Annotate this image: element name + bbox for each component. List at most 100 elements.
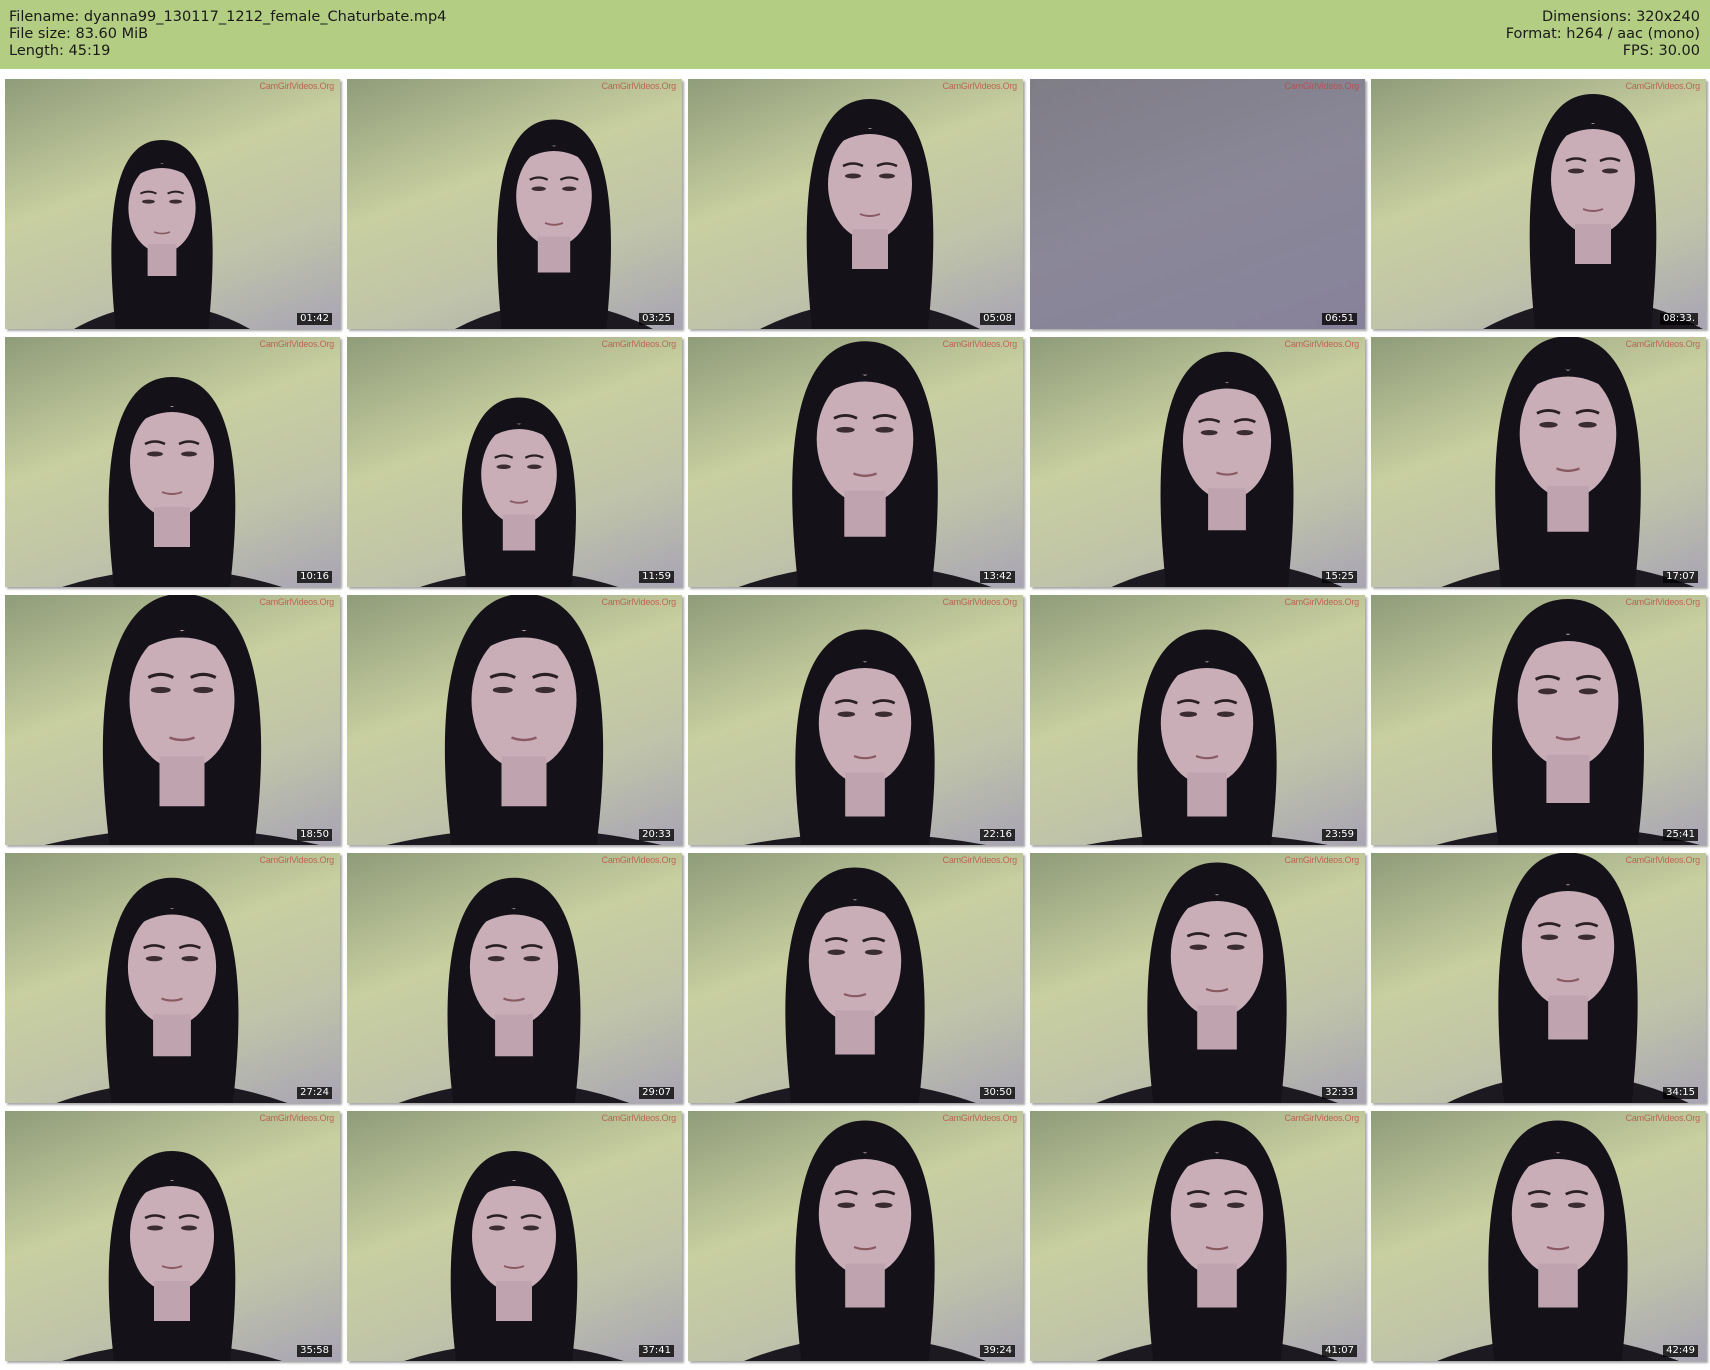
thumbnail-figure [62, 377, 282, 587]
timestamp-label: 03:25 [639, 313, 674, 325]
info-right: Dimensions: 320x240 Format: h264 / aac (… [1506, 9, 1700, 60]
length-label: Length: [9, 43, 64, 59]
video-thumbnail[interactable]: CamGirlVideos.Org 06:51 [1030, 79, 1365, 329]
video-thumbnail[interactable]: CamGirlVideos.Org 23:59 [1030, 595, 1365, 845]
watermark-text: CamGirlVideos.Org [259, 339, 335, 349]
watermark-text: CamGirlVideos.Org [942, 339, 1018, 349]
watermark-text: CamGirlVideos.Org [942, 597, 1018, 607]
watermark-text: CamGirlVideos.Org [942, 855, 1018, 865]
video-thumbnail[interactable]: CamGirlVideos.Org 17:07 [1371, 337, 1706, 587]
video-thumbnail[interactable]: CamGirlVideos.Org 37:41 [347, 1111, 682, 1361]
format-row: Format: h264 / aac (mono) [1506, 26, 1700, 43]
thumbnail-figure [1096, 1120, 1338, 1361]
timestamp-label: 35:58 [297, 1345, 332, 1357]
timestamp-label: 42:49 [1663, 1345, 1698, 1357]
length-row: Length: 45:19 [9, 43, 446, 60]
video-thumbnail[interactable]: CamGirlVideos.Org 34:15 [1371, 853, 1706, 1103]
timestamp-label: 23:59 [1322, 829, 1357, 841]
timestamp-label: 37:41 [639, 1345, 674, 1357]
watermark-text: CamGirlVideos.Org [601, 339, 677, 349]
watermark-text: CamGirlVideos.Org [601, 597, 677, 607]
thumbnail-figure [455, 119, 653, 329]
video-thumbnail[interactable]: CamGirlVideos.Org 03:25 [347, 79, 682, 329]
thumbnail-figure [760, 99, 980, 329]
video-thumbnail[interactable]: CamGirlVideos.Org 13:42 [688, 337, 1023, 587]
watermark-text: CamGirlVideos.Org [942, 1113, 1018, 1123]
watermark-text: CamGirlVideos.Org [1284, 1113, 1360, 1123]
video-thumbnail[interactable]: CamGirlVideos.Org 32:33 [1030, 853, 1365, 1103]
thumbnail-figure [1483, 94, 1703, 329]
watermark-text: CamGirlVideos.Org [1625, 597, 1701, 607]
timestamp-label: 18:50 [297, 829, 332, 841]
thumbnail-figure [56, 877, 288, 1103]
timestamp-label: 17:07 [1663, 571, 1698, 583]
length-value: 45:19 [68, 43, 111, 59]
filename-value: dyanna99_130117_1212_female_Chaturbate.m… [83, 9, 447, 25]
thumbnail-figure [1447, 853, 1689, 1103]
dimensions-value: 320x240 [1636, 9, 1700, 25]
watermark-text: CamGirlVideos.Org [1284, 597, 1360, 607]
dimensions-label: Dimensions: [1541, 9, 1632, 25]
timestamp-label: 11:59 [639, 571, 674, 583]
fps-value: 30.00 [1658, 43, 1700, 59]
filesize-value: 83.60 MiB [75, 26, 149, 42]
watermark-text: CamGirlVideos.Org [259, 1113, 335, 1123]
timestamp-label: 25:41 [1663, 829, 1698, 841]
format-label: Format: [1505, 26, 1562, 42]
info-header: Filename: dyanna99_130117_1212_female_Ch… [0, 0, 1710, 69]
thumbnail-figure [744, 1120, 986, 1361]
video-thumbnail[interactable]: CamGirlVideos.Org 20:33 [347, 595, 682, 845]
timestamp-label: 06:51 [1322, 313, 1357, 325]
thumbnail-figure [1436, 599, 1700, 845]
filename-label: Filename: [9, 9, 80, 25]
video-thumbnail[interactable]: CamGirlVideos.Org 22:16 [688, 595, 1023, 845]
video-thumbnail[interactable]: CamGirlVideos.Org 15:25 [1030, 337, 1365, 587]
timestamp-label: 01:42 [297, 313, 332, 325]
timestamp-label: 05:08 [980, 313, 1015, 325]
timestamp-label: 13:42 [980, 571, 1015, 583]
timestamp-label: 34:15 [1663, 1087, 1698, 1099]
thumbnail-figure [1441, 337, 1695, 587]
video-thumbnail[interactable]: CamGirlVideos.Org 29:07 [347, 853, 682, 1103]
video-thumbnail[interactable]: CamGirlVideos.Org 35:58 [5, 1111, 340, 1361]
video-thumbnail[interactable]: CamGirlVideos.Org 25:41 [1371, 595, 1706, 845]
timestamp-label: 15:25 [1322, 571, 1357, 583]
timestamp-label: 08:33. [1660, 313, 1698, 325]
thumbnail-figure [1111, 351, 1343, 587]
thumbnail-figure [734, 867, 976, 1103]
video-thumbnail[interactable]: CamGirlVideos.Org 27:24 [5, 853, 340, 1103]
format-value: h264 / aac (mono) [1566, 26, 1700, 42]
video-thumbnail[interactable]: CamGirlVideos.Org 01:42 [5, 79, 340, 329]
thumbnail-figure [74, 140, 250, 329]
thumbnail-figure [1437, 1120, 1679, 1361]
filesize-label: File size: [9, 26, 71, 42]
video-thumbnail[interactable]: CamGirlVideos.Org 41:07 [1030, 1111, 1365, 1361]
dimensions-row: Dimensions: 320x240 [1506, 9, 1700, 26]
video-thumbnail[interactable]: CamGirlVideos.Org 30:50 [688, 853, 1023, 1103]
watermark-text: CamGirlVideos.Org [1625, 339, 1701, 349]
watermark-text: CamGirlVideos.Org [1284, 339, 1360, 349]
watermark-text: CamGirlVideos.Org [1284, 81, 1360, 91]
watermark-text: CamGirlVideos.Org [942, 81, 1018, 91]
video-thumbnail[interactable]: CamGirlVideos.Org 39:24 [688, 1111, 1023, 1361]
video-thumbnail[interactable]: CamGirlVideos.Org 42:49 [1371, 1111, 1706, 1361]
video-thumbnail[interactable]: CamGirlVideos.Org 18:50 [5, 595, 340, 845]
info-left: Filename: dyanna99_130117_1212_female_Ch… [9, 9, 446, 60]
watermark-text: CamGirlVideos.Org [259, 597, 335, 607]
thumbnail-figure [420, 397, 618, 587]
video-thumbnail[interactable]: CamGirlVideos.Org 10:16 [5, 337, 340, 587]
video-thumbnail[interactable]: CamGirlVideos.Org 05:08 [688, 79, 1023, 329]
timestamp-label: 32:33 [1322, 1087, 1357, 1099]
video-thumbnail[interactable]: CamGirlVideos.Org 08:33. [1371, 79, 1706, 329]
watermark-text: CamGirlVideos.Org [1625, 81, 1701, 91]
video-thumbnail[interactable]: CamGirlVideos.Org 11:59 [347, 337, 682, 587]
watermark-text: CamGirlVideos.Org [1625, 1113, 1701, 1123]
watermark-text: CamGirlVideos.Org [1625, 855, 1701, 865]
watermark-text: CamGirlVideos.Org [601, 1113, 677, 1123]
thumbnail-figure [744, 629, 986, 845]
timestamp-label: 20:33 [639, 829, 674, 841]
thumbnail-figure [398, 877, 630, 1103]
thumbnail-figure [62, 1151, 282, 1361]
watermark-text: CamGirlVideos.Org [601, 81, 677, 91]
filename-row: Filename: dyanna99_130117_1212_female_Ch… [9, 9, 446, 26]
